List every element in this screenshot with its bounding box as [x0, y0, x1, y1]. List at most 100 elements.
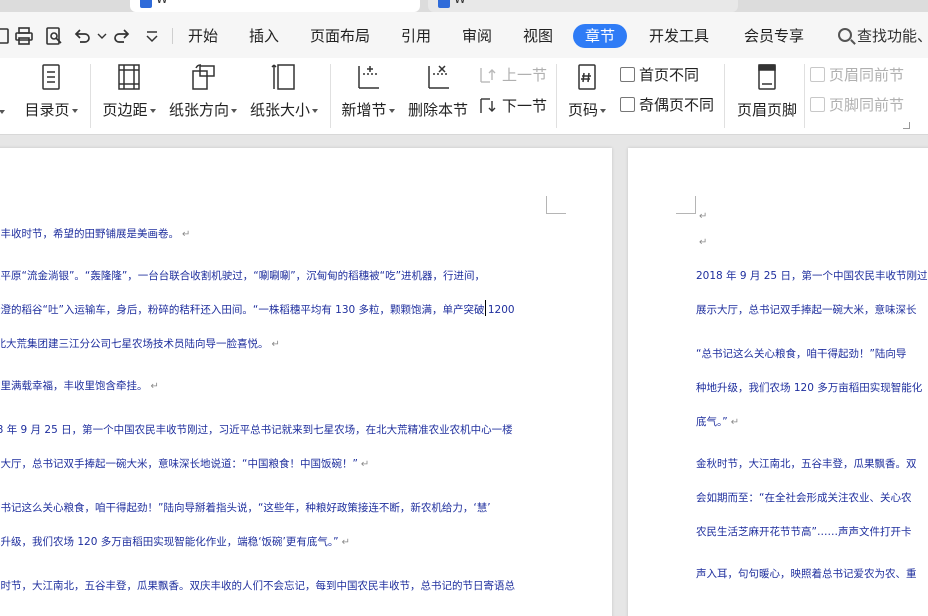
prev-section-label: 上一节	[502, 66, 548, 84]
file-icon[interactable]	[0, 26, 14, 46]
header-footer-icon	[758, 64, 776, 90]
menu-references[interactable]: 引用	[401, 24, 431, 48]
text-line[interactable]: 收里满载幸福，丰收里饱含牵挂。 ↵	[0, 378, 159, 393]
document-page-right[interactable]: ↵ ↵ 2018 年 9 月 25 日，第一个中国农民丰收节刚过 展示大厅，总书…	[628, 148, 928, 616]
print-icon[interactable]	[14, 26, 34, 46]
page-number-label: 页码	[567, 101, 598, 119]
text-line[interactable]: 农民生活芝麻开花节节高”……声声文件打开卡	[696, 524, 911, 539]
writer-doc-icon	[140, 0, 152, 8]
margins-button[interactable]: 页边距	[98, 62, 160, 120]
menu-page-layout[interactable]: 页面布局	[310, 24, 370, 48]
customize-toolbar-icon[interactable]	[142, 26, 162, 46]
writer-doc-icon	[438, 0, 450, 8]
text-line[interactable]: ↵	[696, 210, 707, 222]
orientation-label: 纸张方向	[168, 101, 229, 119]
menu-member-exclusive[interactable]: 会员专享	[744, 24, 804, 48]
prev-section-icon	[480, 68, 496, 83]
delete-section-button[interactable]: 删除本节	[406, 62, 470, 120]
header-same-as-previous-label: 页眉同前节	[829, 66, 905, 84]
print-preview-icon[interactable]	[44, 26, 64, 46]
ribbon-dialog-launcher-icon[interactable]	[903, 122, 910, 129]
text-cursor	[485, 300, 486, 316]
next-section-button[interactable]: 下一节	[478, 95, 547, 117]
page-corner-mark	[546, 196, 566, 214]
menu-bar: 开始 插入 页面布局 引用 审阅 视图 章节 开发工具 会员专享 查找功能、	[0, 12, 928, 58]
new-section-button[interactable]: 新增节	[338, 62, 398, 120]
footer-same-as-previous-checkbox[interactable]: 页脚同前节	[810, 94, 904, 116]
text-line[interactable]: ↵	[696, 236, 707, 248]
title-bar: W W	[0, 0, 928, 12]
paper-size-button[interactable]: 纸张大小	[247, 62, 321, 120]
ribbon-separator	[724, 64, 725, 128]
text-line[interactable]: 种地升级，我们农场 120 多万亩稻田实现智能化	[696, 380, 922, 395]
ribbon-separator	[556, 64, 557, 128]
paper-size-icon	[271, 64, 295, 90]
first-page-different-label: 首页不同	[639, 66, 700, 84]
header-footer-button[interactable]: 页眉页脚	[734, 62, 800, 120]
undo-icon[interactable]	[72, 26, 92, 46]
text-line[interactable]: ”北大荒集团建三江分公司七星农场技术员陆向导一脸喜悦。 ↵	[0, 336, 280, 351]
delete-section-icon	[428, 65, 449, 89]
new-section-label: 新增节	[341, 101, 387, 119]
text-line[interactable]: 展示大厅，总书记双手捧起一碗大米，意味深长	[696, 302, 917, 317]
document-area[interactable]: 到丰收时节，希望的田野铺展是美画卷。 ↵ 江平原“流金淌银”。“轰隆隆”，一台台联…	[0, 136, 928, 616]
toc-page-label: 目录页	[24, 101, 70, 119]
text-line[interactable]: 秋时节，大江南北，五谷丰登，瓜果飘香。双庆丰收的人们不会忘记，每到中国农民丰收节…	[0, 578, 515, 593]
ribbon-separator	[804, 64, 805, 128]
search-function[interactable]: 查找功能、	[838, 24, 928, 48]
document-tab-inactive[interactable]: W	[428, 0, 738, 12]
margins-label: 页边距	[102, 101, 148, 119]
first-page-different-checkbox[interactable]: 首页不同	[620, 64, 699, 86]
text-line[interactable]: 金秋时节，大江南北，五谷丰登，瓜果飘香。双	[696, 456, 917, 471]
document-tab-active[interactable]: W	[130, 0, 420, 12]
menu-section[interactable]: 章节	[573, 24, 628, 48]
prev-section-button[interactable]: 上一节	[478, 64, 547, 86]
menu-review[interactable]: 审阅	[462, 24, 492, 48]
text-line[interactable]: 18 年 9 月 25 日，第一个中国农民丰收节刚过，习近平总书记就来到七星农场…	[0, 422, 513, 437]
text-line[interactable]: 到丰收时节，希望的田野铺展是美画卷。 ↵	[0, 226, 190, 241]
document-tab-title: W	[454, 0, 466, 6]
text-line[interactable]: 江平原“流金淌银”。“轰隆隆”，一台台联合收割机驶过，“唰唰唰”，沉甸甸的稻穗被…	[0, 268, 485, 283]
footer-same-as-previous-label: 页脚同前节	[829, 96, 905, 114]
menu-insert[interactable]: 插入	[249, 24, 279, 48]
text-line[interactable]: 澄澄的稻谷“吐”入运输车，身后，粉碎的秸秆还入田间。“一株稻穗平均有 130 多…	[0, 302, 515, 317]
undo-dropdown-icon[interactable]	[94, 26, 114, 46]
document-tab-title: W	[156, 0, 168, 6]
ribbon-separator	[90, 64, 91, 128]
toc-page-icon	[42, 64, 60, 90]
menu-developer-tools[interactable]: 开发工具	[649, 24, 709, 48]
text-line[interactable]: 声入耳，句句暖心，映照着总书记爱农为农、重	[696, 566, 917, 581]
text-line[interactable]: 会如期而至：“在全社会形成关注农业、关心农	[696, 490, 911, 505]
menu-view[interactable]: 视图	[523, 24, 553, 48]
header-footer-label: 页眉页脚	[736, 101, 797, 119]
section-ribbon: 目录页 页边距 纸张方向 纸张大小 新增节 删除本节 上一节 下一节 页码 首页…	[0, 58, 928, 135]
paper-size-label: 纸张大小	[249, 101, 310, 119]
page-corner-mark	[676, 196, 696, 214]
text-line[interactable]: 2018 年 9 月 25 日，第一个中国农民丰收节刚过	[696, 268, 927, 283]
page-number-button[interactable]: 页码	[564, 62, 610, 120]
orientation-button[interactable]: 纸张方向	[166, 62, 240, 120]
text-line[interactable]: 底气。” ↵	[696, 414, 739, 429]
menu-home[interactable]: 开始	[188, 24, 218, 48]
text-line[interactable]: 示大厅，总书记双手捧起一碗大米，意味深长地说道：“中国粮食！中国饭碗！” ↵	[0, 456, 369, 471]
text-line[interactable]: 总书记这么关心粮食，咱干得起劲！”陆向导掰着指头说，“这些年，种粮好政策接连不断…	[0, 500, 491, 515]
redo-icon[interactable]	[112, 26, 132, 46]
toc-page-button[interactable]: 目录页	[20, 62, 82, 120]
ribbon-overflow-caret[interactable]	[0, 102, 8, 120]
odd-even-different-checkbox[interactable]: 奇偶页不同	[620, 94, 714, 116]
text-line[interactable]: 地升级，我们农场 120 多万亩稻田实现智能化作业，端稳‘饭碗’更有底气。” ↵	[0, 534, 350, 549]
next-section-icon	[480, 98, 496, 113]
search-label: 查找功能、	[857, 27, 928, 45]
ribbon-separator	[330, 64, 331, 128]
search-icon	[838, 28, 852, 42]
page-margins-icon	[118, 64, 140, 90]
page-orientation-icon	[192, 64, 215, 90]
page-number-icon	[578, 64, 596, 90]
document-page-left[interactable]: 到丰收时节，希望的田野铺展是美画卷。 ↵ 江平原“流金淌银”。“轰隆隆”，一台台联…	[0, 148, 612, 616]
text-line[interactable]: “总书记这么关心粮食，咱干得起劲！”陆向导	[696, 346, 906, 361]
next-section-label: 下一节	[502, 97, 548, 115]
header-same-as-previous-checkbox[interactable]: 页眉同前节	[810, 64, 904, 86]
odd-even-different-label: 奇偶页不同	[639, 96, 715, 114]
menu-divider	[172, 28, 173, 44]
delete-section-label: 删除本节	[407, 101, 468, 119]
